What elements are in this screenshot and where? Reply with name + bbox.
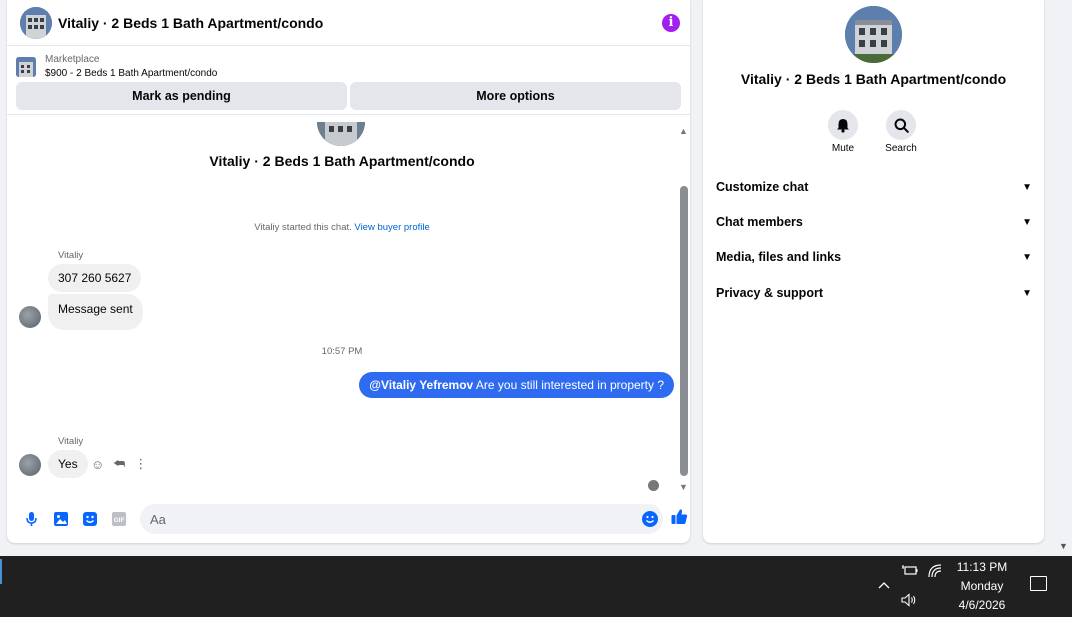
section-chat-members[interactable]: Chat members ▼ xyxy=(716,212,1032,232)
composer: GIF Aa xyxy=(7,504,690,534)
chat-panel: Vitaliy · 2 Beds 1 Bath Apartment/condo … xyxy=(7,0,690,543)
messages-scrollbar[interactable]: ▲ ▼ xyxy=(677,126,690,492)
message-input[interactable]: Aa xyxy=(140,504,663,534)
image-icon[interactable] xyxy=(46,509,75,529)
clock-date: 4/6/2026 xyxy=(958,598,1006,612)
search-button[interactable]: Search xyxy=(876,110,926,154)
outgoing-text: Are you still interested in property ? xyxy=(473,378,664,392)
view-buyer-profile-link[interactable]: View buyer profile xyxy=(354,222,429,233)
marketplace-row[interactable]: Marketplace $900 - 2 Beds 1 Bath Apartme… xyxy=(7,46,690,82)
conversation-title: Vitaliy · 2 Beds 1 Bath Apartment/condo xyxy=(209,153,475,169)
bell-icon[interactable] xyxy=(828,110,858,140)
mute-label: Mute xyxy=(831,143,855,154)
seen-indicator-avatar xyxy=(648,480,659,491)
chevron-down-icon: ▼ xyxy=(1022,216,1032,228)
chat-header: Vitaliy · 2 Beds 1 Bath Apartment/condo … xyxy=(7,0,690,46)
listing-text: $900 - 2 Beds 1 Bath Apartment/condo xyxy=(45,68,218,79)
chat-started-notice: Vitaliy started this chat. View buyer pr… xyxy=(7,222,677,233)
wifi-icon[interactable] xyxy=(928,564,942,581)
info-icon[interactable]: i xyxy=(662,13,680,32)
microphone-icon[interactable] xyxy=(17,509,46,529)
message-actions: ☺ ⮪ ⋮ xyxy=(91,456,147,472)
started-text: Vitaliy started this chat. xyxy=(254,222,352,233)
gif-icon[interactable]: GIF xyxy=(104,509,133,529)
message-bubble[interactable]: Yes xyxy=(48,450,88,478)
message-bubble[interactable]: Message sent xyxy=(48,294,143,330)
scroll-down-arrow-icon[interactable]: ▼ xyxy=(677,482,690,492)
chat-avatar[interactable] xyxy=(20,6,52,39)
section-label: Media, files and links xyxy=(716,250,842,264)
conversation-avatar xyxy=(317,122,365,146)
chat-info-panel: Vitaliy · 2 Beds 1 Bath Apartment/condo … xyxy=(703,0,1044,543)
section-label: Privacy & support xyxy=(716,286,823,300)
message-bubble[interactable]: 307 260 5627 xyxy=(48,264,142,292)
reply-icon[interactable]: ⮪ xyxy=(113,456,125,472)
taskbar-edge xyxy=(0,559,2,584)
show-hidden-icons-chevron-up-icon[interactable] xyxy=(878,578,890,592)
sender-name: Vitaliy xyxy=(58,250,84,261)
notification-center-icon[interactable] xyxy=(1030,576,1047,591)
volume-icon[interactable] xyxy=(901,593,917,610)
profile-avatar[interactable] xyxy=(845,6,902,63)
windows-taskbar: 11:13 PM Monday 4/6/2026 xyxy=(0,556,1072,617)
search-icon[interactable] xyxy=(886,110,916,140)
svg-text:GIF: GIF xyxy=(113,517,124,524)
section-privacy-support[interactable]: Privacy & support ▼ xyxy=(716,283,1032,303)
more-icon[interactable]: ⋮ xyxy=(134,456,147,472)
mute-button[interactable]: Mute xyxy=(818,110,868,154)
sender-avatar[interactable] xyxy=(19,454,41,476)
info-title: Vitaliy · 2 Beds 1 Bath Apartment/condo xyxy=(740,71,1007,87)
mark-as-pending-button[interactable]: Mark as pending xyxy=(16,82,347,110)
clock-day: Monday xyxy=(960,579,1004,593)
thumbs-up-icon[interactable] xyxy=(671,508,688,530)
more-options-button[interactable]: More options xyxy=(350,82,681,110)
section-label: Customize chat xyxy=(716,180,809,194)
sender-name: Vitaliy xyxy=(58,436,84,447)
section-media-files-links[interactable]: Media, files and links ▼ xyxy=(716,247,1032,267)
message-list: Vitaliy · 2 Beds 1 Bath Apartment/condo … xyxy=(7,122,677,495)
mention[interactable]: @Vitaliy Yefremov xyxy=(369,378,473,392)
system-clock[interactable]: 11:13 PM Monday 4/6/2026 xyxy=(951,558,1013,615)
chevron-down-icon: ▼ xyxy=(1022,287,1032,299)
timestamp: 10:57 PM xyxy=(321,346,363,357)
clock-time: 11:13 PM xyxy=(956,560,1008,574)
scroll-thumb[interactable] xyxy=(680,186,688,476)
sender-avatar[interactable] xyxy=(19,306,41,328)
battery-icon[interactable] xyxy=(902,564,918,579)
sticker-icon[interactable] xyxy=(75,509,104,529)
action-row: Mark as pending More options xyxy=(7,82,690,115)
marketplace-label: Marketplace xyxy=(45,54,100,65)
chevron-down-icon: ▼ xyxy=(1022,181,1032,193)
emoji-icon[interactable] xyxy=(642,511,658,527)
scroll-up-arrow-icon[interactable]: ▲ xyxy=(677,126,690,136)
search-label: Search xyxy=(885,143,917,154)
listing-thumbnail xyxy=(16,57,36,77)
outgoing-message-bubble[interactable]: @Vitaliy Yefremov Are you still interest… xyxy=(359,372,674,398)
react-icon[interactable]: ☺ xyxy=(91,457,104,472)
message-input-placeholder: Aa xyxy=(150,511,166,527)
chat-title[interactable]: Vitaliy · 2 Beds 1 Bath Apartment/condo xyxy=(58,15,662,31)
page-scroll-down-arrow-icon[interactable]: ▼ xyxy=(1059,541,1068,551)
section-label: Chat members xyxy=(716,215,803,229)
chevron-down-icon: ▼ xyxy=(1022,251,1032,263)
section-customize-chat[interactable]: Customize chat ▼ xyxy=(716,177,1032,197)
